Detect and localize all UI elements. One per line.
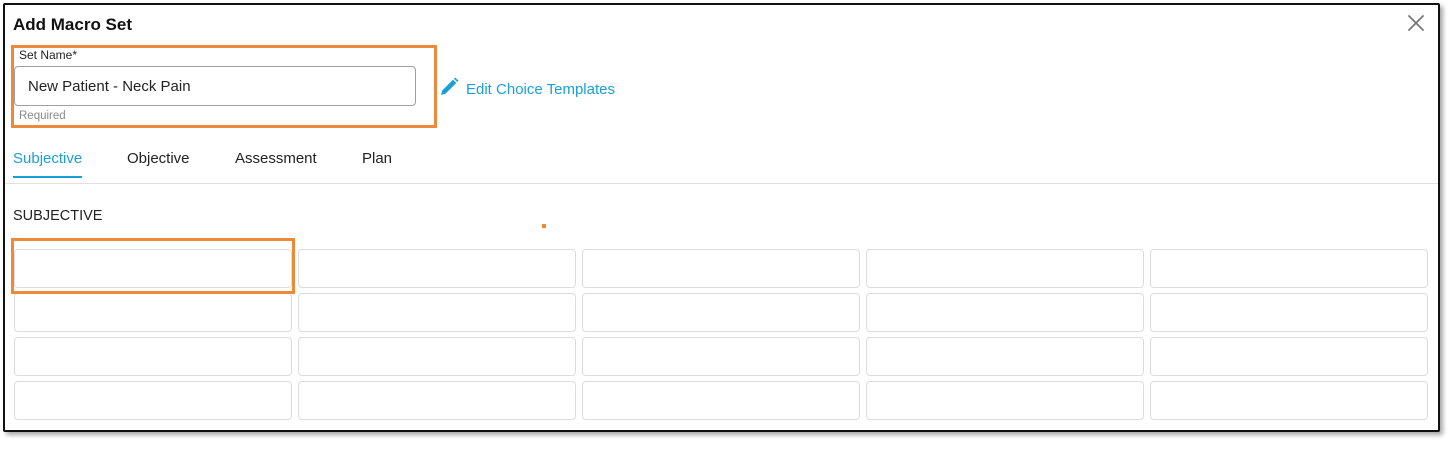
macro-cell[interactable] (866, 249, 1144, 288)
tab-bar: Subjective Objective Assessment Plan (5, 145, 1438, 184)
macro-cell[interactable] (298, 249, 576, 288)
tab-assessment[interactable]: Assessment (235, 150, 317, 176)
macro-cell[interactable] (1150, 249, 1428, 288)
tab-plan[interactable]: Plan (362, 150, 392, 176)
macro-cell[interactable] (14, 337, 292, 376)
orange-dot-marker (542, 224, 546, 228)
add-macro-set-dialog: Add Macro Set Set Name* Required Edit Ch… (3, 3, 1440, 432)
macro-cell[interactable] (582, 381, 860, 420)
macro-cell[interactable] (866, 337, 1144, 376)
macro-cell[interactable] (14, 381, 292, 420)
tab-objective[interactable]: Objective (127, 150, 190, 176)
edit-choice-templates-label: Edit Choice Templates (466, 80, 615, 98)
macro-cell[interactable] (1150, 293, 1428, 332)
close-icon[interactable] (1406, 13, 1426, 33)
first-cell-highlight (11, 238, 295, 294)
macro-cell[interactable] (866, 293, 1144, 332)
dialog-title: Add Macro Set (13, 15, 133, 34)
set-name-helper: Required (19, 110, 66, 122)
macro-cell[interactable] (582, 337, 860, 376)
macro-cell[interactable] (1150, 337, 1428, 376)
edit-choice-templates-link[interactable]: Edit Choice Templates (438, 76, 615, 102)
macro-cell[interactable] (582, 293, 860, 332)
macro-cell[interactable] (298, 381, 576, 420)
macro-cell[interactable] (866, 381, 1144, 420)
macro-cell[interactable] (298, 293, 576, 332)
pencil-icon (438, 76, 460, 102)
set-name-label: Set Name* (19, 48, 78, 62)
macro-cell[interactable] (298, 337, 576, 376)
tab-subjective[interactable]: Subjective (13, 150, 83, 178)
section-heading: SUBJECTIVE (13, 208, 103, 224)
macro-cell[interactable] (1150, 381, 1428, 420)
macro-cell[interactable] (14, 293, 292, 332)
set-name-input[interactable] (14, 66, 416, 106)
macro-cell[interactable] (582, 249, 860, 288)
